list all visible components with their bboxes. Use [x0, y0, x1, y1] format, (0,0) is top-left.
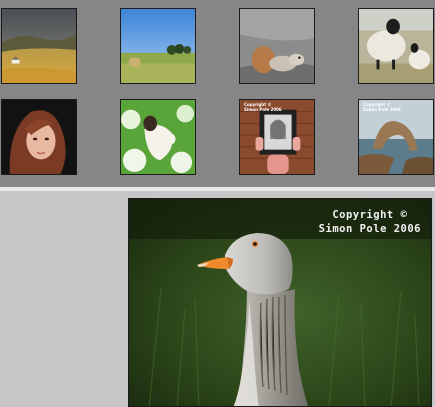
filmstrip: Copyright © Simon Pole 2006 Copyright © … — [0, 0, 435, 187]
thumbnail-highland-landscape[interactable] — [1, 8, 77, 84]
copyright-watermark: Copyright © Simon Pole 2006 — [318, 209, 421, 235]
main-preview-image: Copyright © Simon Pole 2006 — [128, 198, 432, 407]
thumbnail-sheep[interactable] — [358, 8, 434, 84]
thumbnail-woman-in-flowers[interactable] — [120, 99, 196, 175]
thumbnail-coastal-rock-arch[interactable]: Copyright © Simon Pole 2006 — [358, 99, 434, 175]
thumbnail-frame-portrait[interactable]: Copyright © Simon Pole 2006 — [239, 99, 315, 175]
thumbnail-squirrel[interactable] — [239, 8, 315, 84]
thumbnail-hay-bale-field[interactable] — [120, 8, 196, 84]
thumbnail-watermark: Copyright © Simon Pole 2006 — [363, 102, 401, 112]
thumbnail-woman-portrait[interactable] — [1, 99, 77, 175]
thumbnail-watermark: Copyright © Simon Pole 2006 — [244, 102, 282, 112]
